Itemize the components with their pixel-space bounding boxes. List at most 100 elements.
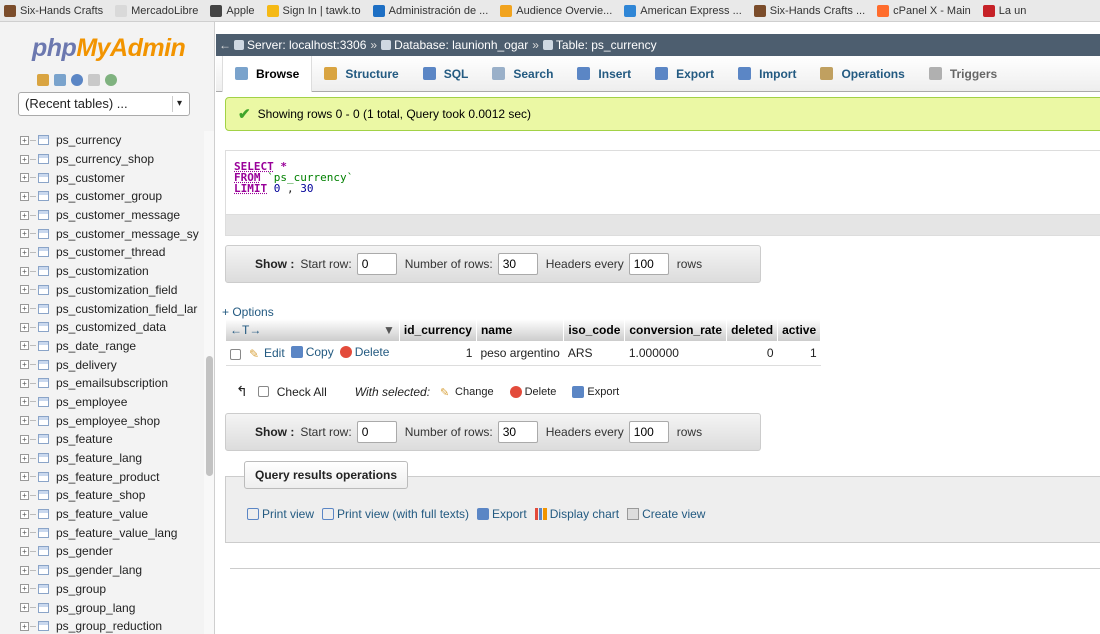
table-icon[interactable] bbox=[38, 378, 49, 389]
expand-icon[interactable]: + bbox=[20, 434, 29, 444]
table-name-label[interactable]: ps_feature_value bbox=[56, 507, 148, 521]
headers-every-input[interactable] bbox=[628, 421, 669, 443]
sidebar-item-table[interactable]: + ps_employee_shop bbox=[20, 411, 200, 430]
expand-icon[interactable]: + bbox=[20, 154, 29, 164]
bookmark-item[interactable]: cPanel X - Main bbox=[877, 4, 971, 17]
expand-icon[interactable]: + bbox=[20, 509, 29, 519]
expand-icon[interactable]: + bbox=[20, 135, 29, 145]
expand-icon[interactable]: + bbox=[20, 584, 29, 594]
delete-selected-button[interactable]: Delete bbox=[509, 385, 556, 398]
expand-icon[interactable]: + bbox=[20, 546, 29, 556]
table-name-label[interactable]: ps_currency_shop bbox=[56, 152, 154, 166]
start-row-input[interactable] bbox=[356, 253, 397, 275]
tab-browse[interactable]: Browse bbox=[222, 55, 313, 92]
sidebar-item-table[interactable]: + ps_customization_field_lar bbox=[20, 299, 200, 318]
bookmark-item[interactable]: Six-Hands Crafts ... bbox=[753, 4, 865, 17]
table-name-label[interactable]: ps_gender_lang bbox=[56, 563, 142, 577]
table-icon[interactable] bbox=[38, 471, 49, 482]
back-arrow-icon[interactable]: ← bbox=[216, 38, 234, 52]
table-name-label[interactable]: ps_feature_value_lang bbox=[56, 526, 177, 540]
expand-icon[interactable]: + bbox=[20, 229, 29, 239]
table-icon[interactable] bbox=[38, 154, 49, 165]
table-icon[interactable] bbox=[38, 303, 49, 314]
table-icon[interactable] bbox=[38, 434, 49, 445]
cell-iso-code[interactable]: ARS bbox=[563, 341, 625, 366]
cell-id-currency[interactable]: 1 bbox=[399, 341, 477, 366]
table-icon[interactable] bbox=[38, 340, 49, 351]
sidebar-item-table[interactable]: + ps_currency bbox=[20, 131, 200, 150]
expand-icon[interactable]: + bbox=[20, 416, 29, 426]
table-name-label[interactable]: ps_customer_group bbox=[56, 189, 162, 203]
docs-icon[interactable] bbox=[88, 74, 100, 86]
table-name-label[interactable]: ps_currency bbox=[56, 133, 121, 147]
expand-icon[interactable]: + bbox=[20, 304, 29, 314]
sidebar-item-table[interactable]: + ps_customer_thread bbox=[20, 243, 200, 262]
expand-icon[interactable]: + bbox=[20, 285, 29, 295]
table-icon[interactable] bbox=[38, 583, 49, 594]
table-icon[interactable] bbox=[38, 284, 49, 295]
table-name-label[interactable]: ps_feature bbox=[56, 432, 113, 446]
sidebar-item-table[interactable]: + ps_feature_value bbox=[20, 505, 200, 524]
print-view-full-link[interactable]: Print view (with full texts) bbox=[322, 507, 469, 521]
sidebar-item-table[interactable]: + ps_group_lang bbox=[20, 598, 200, 617]
expand-icon[interactable]: + bbox=[20, 453, 29, 463]
table-name-label[interactable]: ps_date_range bbox=[56, 339, 136, 353]
print-view-link[interactable]: Print view bbox=[247, 507, 314, 521]
bookmark-item[interactable]: Apple bbox=[210, 4, 255, 17]
sql-query-text[interactable]: SELECT * FROM `ps_currency` LIMIT 0 , 30 bbox=[226, 151, 1100, 215]
column-header-id-currency[interactable]: id_currency bbox=[399, 319, 477, 341]
options-link[interactable]: + Options bbox=[222, 305, 274, 319]
table-name-label[interactable]: ps_customization_field_lar bbox=[56, 302, 197, 316]
sidebar-item-table[interactable]: + ps_gender_lang bbox=[20, 561, 200, 580]
sidebar-item-table[interactable]: + ps_customer bbox=[20, 168, 200, 187]
table-name-label[interactable]: ps_group bbox=[56, 582, 106, 596]
column-header-name[interactable]: name bbox=[476, 319, 565, 341]
expand-icon[interactable]: + bbox=[20, 621, 29, 631]
sidebar-item-table[interactable]: + ps_feature_value_lang bbox=[20, 523, 200, 542]
expand-icon[interactable]: + bbox=[20, 173, 29, 183]
table-icon[interactable] bbox=[38, 546, 49, 557]
table-name-label[interactable]: ps_customized_data bbox=[56, 320, 166, 334]
start-row-input[interactable] bbox=[356, 421, 397, 443]
export-link[interactable]: Export bbox=[477, 507, 527, 521]
cell-name[interactable]: peso argentino bbox=[476, 341, 564, 366]
table-icon[interactable] bbox=[38, 266, 49, 277]
sidebar-item-table[interactable]: + ps_gender bbox=[20, 542, 200, 561]
tab-operations[interactable]: Operations bbox=[808, 56, 916, 92]
expand-icon[interactable]: + bbox=[20, 191, 29, 201]
cell-active[interactable]: 1 bbox=[777, 341, 821, 366]
cell-conversion-rate[interactable]: 1.000000 bbox=[624, 341, 727, 366]
create-view-link[interactable]: Create view bbox=[627, 507, 705, 521]
table-icon[interactable] bbox=[38, 453, 49, 464]
table-icon[interactable] bbox=[38, 396, 49, 407]
settings-icon[interactable] bbox=[105, 74, 117, 86]
table-name-label[interactable]: ps_employee bbox=[56, 395, 127, 409]
table-icon[interactable] bbox=[38, 527, 49, 538]
change-selected-button[interactable]: ✎ Change bbox=[440, 386, 494, 399]
tab-triggers[interactable]: Triggers bbox=[917, 56, 1009, 92]
expand-icon[interactable]: + bbox=[20, 490, 29, 500]
help-icon[interactable] bbox=[71, 74, 83, 86]
home-icon[interactable] bbox=[37, 74, 49, 86]
table-icon[interactable] bbox=[38, 172, 49, 183]
sidebar-item-table[interactable]: + ps_feature_shop bbox=[20, 486, 200, 505]
breadcrumb-database[interactable]: Database: launionh_ogar bbox=[381, 38, 528, 52]
table-icon[interactable] bbox=[38, 210, 49, 221]
expand-icon[interactable]: + bbox=[20, 565, 29, 575]
expand-icon[interactable]: + bbox=[20, 472, 29, 482]
edit-row-button[interactable]: ✎ Edit bbox=[249, 346, 285, 361]
sidebar-item-table[interactable]: + ps_feature bbox=[20, 430, 200, 449]
table-icon[interactable] bbox=[38, 359, 49, 370]
tab-sql[interactable]: SQL bbox=[411, 56, 481, 92]
sidebar-item-table[interactable]: + ps_feature_product bbox=[20, 467, 200, 486]
table-icon[interactable] bbox=[38, 135, 49, 146]
tab-insert[interactable]: Insert bbox=[565, 56, 643, 92]
expand-icon[interactable]: + bbox=[20, 378, 29, 388]
headers-every-input[interactable] bbox=[628, 253, 669, 275]
column-header-deleted[interactable]: deleted bbox=[726, 319, 779, 341]
table-icon[interactable] bbox=[38, 191, 49, 202]
table-name-label[interactable]: ps_feature_lang bbox=[56, 451, 142, 465]
sidebar-item-table[interactable]: + ps_customization bbox=[20, 262, 200, 281]
export-selected-button[interactable]: Export bbox=[572, 385, 619, 398]
expand-icon[interactable]: + bbox=[20, 528, 29, 538]
